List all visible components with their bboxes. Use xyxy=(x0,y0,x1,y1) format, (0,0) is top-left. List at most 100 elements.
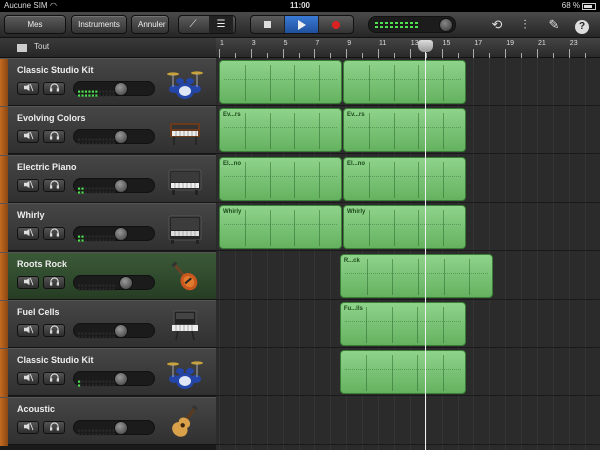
track-volume-knob[interactable] xyxy=(113,130,128,145)
headphones-icon[interactable] xyxy=(43,372,65,386)
track-volume-knob[interactable] xyxy=(113,227,128,242)
audio-region[interactable]: Whirly xyxy=(219,205,343,250)
record-button[interactable] xyxy=(319,16,353,33)
arrangement-area[interactable]: Ev...rs Ev...rs El...no El...no Whirly Whirly… xyxy=(216,58,600,450)
ruler-bar-number: 19 xyxy=(506,40,514,47)
track-view-icon[interactable] xyxy=(17,44,27,52)
track-list: Classic Studio Kit Evolving Colors Electri… xyxy=(0,58,216,450)
loop-seam xyxy=(391,355,393,392)
battery-icon xyxy=(582,3,596,10)
electric-piano-icon[interactable] xyxy=(166,162,204,198)
play-button[interactable] xyxy=(285,16,319,33)
track-header[interactable]: Classic Studio Kit xyxy=(0,58,216,107)
track-volume-knob[interactable] xyxy=(113,178,128,193)
battery-percent: 68 % xyxy=(561,1,580,10)
loop-seam xyxy=(368,113,370,150)
track-volume-slider[interactable] xyxy=(73,371,155,387)
track-volume-knob[interactable] xyxy=(113,372,128,387)
playhead-handle[interactable] xyxy=(418,40,433,52)
audio-region[interactable]: El...no xyxy=(219,156,343,201)
instrument-view-icon[interactable]: ⟋ xyxy=(181,16,205,33)
acoustic-guitar-icon[interactable] xyxy=(166,404,204,440)
drum-kit-icon[interactable] xyxy=(166,355,204,391)
track-volume-knob[interactable] xyxy=(113,324,128,338)
headphones-icon[interactable] xyxy=(43,227,65,241)
headphones-icon[interactable] xyxy=(43,130,65,144)
headphones-icon[interactable] xyxy=(43,82,65,95)
track-edge xyxy=(0,301,8,349)
track-name: Whirly xyxy=(17,210,45,221)
ruler-tick xyxy=(250,49,252,58)
audio-region[interactable] xyxy=(339,350,467,395)
audio-region[interactable]: Whirly xyxy=(343,205,467,250)
track-header[interactable]: Classic Studio Kit xyxy=(0,348,216,398)
ruler-tick xyxy=(282,49,284,58)
track-volume-slider[interactable] xyxy=(73,81,155,97)
track-volume-slider[interactable] xyxy=(73,177,155,194)
track-volume-slider[interactable] xyxy=(73,129,155,145)
keyboard-icon[interactable] xyxy=(166,307,204,343)
track-volume-slider[interactable] xyxy=(73,226,155,242)
drum-kit-icon[interactable] xyxy=(166,65,204,101)
mute-icon[interactable] xyxy=(17,324,39,337)
headphones-icon[interactable] xyxy=(43,275,65,289)
track-volume-slider[interactable] xyxy=(73,274,155,291)
organ-icon[interactable] xyxy=(166,210,204,246)
track-name: Electric Piano xyxy=(17,161,77,172)
timeline-ruler[interactable]: 1 3 5 7 9 11 13 15 17 19 21 23 xyxy=(216,38,600,58)
audio-region[interactable]: Ev...rs xyxy=(343,108,467,153)
audio-region[interactable] xyxy=(219,60,343,104)
tracks-view-icon[interactable]: ☰ xyxy=(209,16,233,33)
ruler-tick xyxy=(441,49,443,58)
headphones-icon[interactable] xyxy=(43,420,65,434)
mute-icon[interactable] xyxy=(17,82,39,95)
track-volume-knob[interactable] xyxy=(118,275,133,290)
audio-region[interactable] xyxy=(343,60,467,104)
audio-region[interactable]: Ev...rs xyxy=(219,108,343,153)
track-header[interactable]: Acoustic xyxy=(0,396,216,446)
master-volume-knob[interactable] xyxy=(439,18,453,32)
loop-seam xyxy=(418,65,420,101)
track-header[interactable]: Electric Piano xyxy=(0,154,216,204)
loop-seam xyxy=(319,210,321,247)
loop-seam xyxy=(417,355,419,392)
mute-icon[interactable] xyxy=(17,178,39,192)
track-volume-slider[interactable] xyxy=(73,323,155,339)
help-icon[interactable]: ? xyxy=(573,16,591,34)
stop-button[interactable] xyxy=(251,16,285,33)
loop-seam xyxy=(393,65,395,101)
synth-icon[interactable] xyxy=(166,113,204,149)
loop-seam xyxy=(368,210,370,247)
mute-icon[interactable] xyxy=(17,227,39,241)
audio-region[interactable]: Fu...lls xyxy=(339,302,467,346)
audio-region[interactable]: R...ck xyxy=(339,253,494,298)
guitar-icon[interactable] xyxy=(166,259,204,295)
audio-region[interactable]: El...no xyxy=(343,156,467,201)
mute-icon[interactable] xyxy=(17,275,39,289)
region-notes xyxy=(344,369,462,383)
undo-button[interactable]: Annuler xyxy=(131,15,169,34)
track-header[interactable]: Whirly xyxy=(0,203,216,253)
track-name: Evolving Colors xyxy=(17,113,86,124)
loop-icon[interactable]: ⟲ xyxy=(488,16,506,34)
settings-wrench-icon[interactable]: ✎ xyxy=(545,16,563,34)
mixer-icon[interactable]: ⫶ xyxy=(516,16,534,34)
headphones-icon[interactable] xyxy=(43,324,65,337)
loop-seam xyxy=(442,307,444,343)
master-volume[interactable] xyxy=(368,16,456,33)
my-songs-button[interactable]: Mes morceaux xyxy=(4,15,66,46)
mute-icon[interactable] xyxy=(17,372,39,386)
mute-icon[interactable] xyxy=(17,420,39,434)
loop-seam xyxy=(244,210,246,247)
mute-icon[interactable] xyxy=(17,130,39,144)
track-header[interactable]: Evolving Colors xyxy=(0,106,216,156)
track-volume-knob[interactable] xyxy=(113,82,128,96)
track-lane[interactable] xyxy=(216,397,600,445)
instruments-button[interactable]: Instruments xyxy=(71,15,127,34)
headphones-icon[interactable] xyxy=(43,178,65,192)
track-header[interactable]: Roots Rock xyxy=(0,251,216,301)
loop-seam xyxy=(294,113,296,150)
track-header[interactable]: Fuel Cells xyxy=(0,300,216,349)
track-volume-slider[interactable] xyxy=(73,419,155,436)
track-volume-knob[interactable] xyxy=(113,420,128,435)
